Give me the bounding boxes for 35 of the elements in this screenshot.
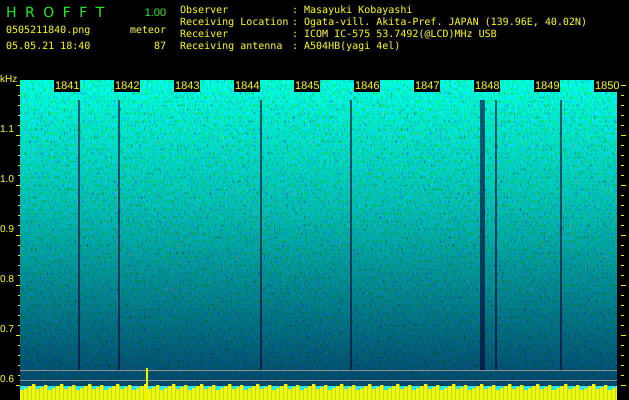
info-label: Receiving antenna	[180, 40, 284, 52]
time-label: 1842	[114, 80, 140, 92]
time-label: 1841	[54, 80, 80, 92]
info-value: ICOM IC-575 53.7492(@LCD)MHz USB	[304, 28, 498, 40]
detection-label: meteor	[128, 24, 166, 36]
time-label: 1845	[294, 80, 320, 92]
detection-count: 87	[152, 40, 166, 52]
date-time: 05.05.21 18:40	[6, 40, 92, 52]
info-value: Masayuki Kobayashi	[304, 4, 414, 16]
time-label: 1843	[174, 80, 200, 92]
time-label: 1844	[234, 80, 260, 92]
axis-label: 0.8	[0, 275, 14, 285]
info-separator: :	[292, 16, 300, 28]
info-value: A504HB(yagi 4el)	[304, 40, 402, 52]
time-label: 1846	[354, 80, 380, 92]
axis-label: 0.7	[0, 325, 14, 335]
axis-label: 0.9	[0, 225, 14, 235]
axis-label: 1.1	[0, 125, 14, 135]
app-version: 1.00	[144, 6, 166, 18]
time-label: 1850	[594, 80, 620, 92]
file-name: 0505211840.png	[6, 24, 92, 36]
info-value: Ogata-vill. Akita-Pref. JAPAN (139.96E, 40.02N)	[304, 16, 587, 28]
time-label: 1848	[474, 80, 500, 92]
app-title: H R O F F T	[6, 4, 108, 20]
time-label: 1847	[414, 80, 440, 92]
info-label: Observer	[180, 4, 230, 16]
info-separator: :	[292, 40, 300, 52]
info-separator: :	[292, 28, 300, 40]
info-separator: :	[292, 4, 300, 16]
info-label: Receiver	[180, 28, 230, 40]
time-label: 1849	[534, 80, 560, 92]
axis-unit: kHz	[0, 75, 18, 85]
axis-label: 1.0	[0, 175, 14, 185]
axis-label: 0.6	[0, 375, 14, 385]
info-label: Receiving Location	[180, 16, 290, 28]
